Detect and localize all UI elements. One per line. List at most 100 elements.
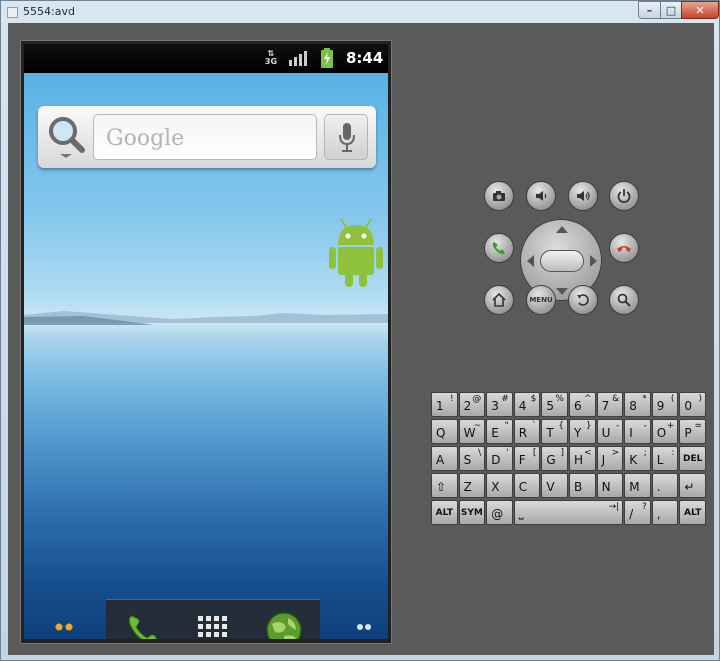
key-r2-3[interactable]: F[: [513, 446, 541, 471]
volume-up-button[interactable]: [568, 181, 598, 211]
left-page-indicator-icon[interactable]: [52, 621, 76, 633]
key-alt-label: `: [531, 421, 537, 431]
key-r2-7[interactable]: K;: [624, 446, 651, 471]
key-r3-5[interactable]: B: [569, 473, 596, 498]
home-button[interactable]: [484, 285, 514, 315]
key-r0-2[interactable]: 3 #: [486, 392, 513, 417]
app-launcher-icon[interactable]: [196, 614, 228, 639]
camera-button[interactable]: [484, 181, 514, 211]
key-r3-3[interactable]: C: [513, 473, 541, 498]
key-alt-label: \: [478, 448, 482, 458]
volume-down-button[interactable]: [526, 181, 556, 211]
key-r1-9[interactable]: P =: [679, 419, 706, 444]
wallpaper-hills: [24, 311, 388, 325]
key-label: I: [629, 426, 633, 440]
key-r3-6[interactable]: N: [596, 473, 624, 498]
phone-app-icon[interactable]: [124, 610, 164, 639]
key-r0-4[interactable]: 5%: [541, 392, 568, 417]
key-r4-6[interactable]: ALT: [679, 500, 706, 525]
home-screen[interactable]: Google: [24, 73, 388, 639]
close-button[interactable]: ✕: [681, 1, 719, 19]
key-r4-1[interactable]: SYM: [458, 500, 486, 525]
key-r1-8[interactable]: O +: [651, 419, 679, 444]
key-r4-5[interactable]: ,: [651, 500, 679, 525]
key-r4-3[interactable]: ⎵ →|: [513, 500, 624, 525]
key-r0-6[interactable]: 7 &: [596, 392, 624, 417]
key-alt-label: ': [506, 448, 509, 458]
dpad-center-button[interactable]: [540, 250, 584, 272]
key-r4-0[interactable]: ALT: [431, 500, 458, 525]
google-search-widget[interactable]: Google: [38, 106, 376, 168]
key-label: S: [463, 453, 472, 467]
end-call-button[interactable]: [609, 233, 639, 263]
search-icon[interactable]: [46, 114, 86, 160]
menu-button[interactable]: MENU: [526, 285, 556, 315]
key-alt-label: {: [558, 421, 564, 431]
status-bar[interactable]: ⇅ 3G 8:44: [24, 44, 388, 73]
minimize-button[interactable]: –: [638, 1, 661, 19]
dpad-up-icon[interactable]: [556, 226, 568, 233]
key-r0-5[interactable]: 6 ^: [569, 392, 596, 417]
key-r3-0[interactable]: ⇧: [431, 473, 458, 498]
dpad-right-icon[interactable]: [590, 255, 597, 267]
window-title: 5554:avd: [23, 5, 75, 18]
key-alt-label: +: [666, 421, 675, 431]
call-button[interactable]: [484, 233, 514, 263]
key-label: X: [491, 480, 500, 494]
key-r0-8[interactable]: 9(: [651, 392, 679, 417]
key-r0-7[interactable]: 8 *: [624, 392, 651, 417]
key-r1-7[interactable]: I-: [624, 419, 651, 444]
key-label: B: [574, 480, 583, 494]
key-r1-3[interactable]: R `: [513, 419, 541, 444]
key-label: DEL: [683, 453, 703, 464]
key-alt-label: [: [532, 448, 537, 458]
key-r2-2[interactable]: D ': [486, 446, 513, 471]
key-r2-6[interactable]: J >: [596, 446, 624, 471]
key-r3-2[interactable]: X: [486, 473, 513, 498]
key-label: P: [684, 426, 692, 440]
browser-globe-icon[interactable]: [264, 610, 304, 639]
key-r3-8[interactable]: .: [651, 473, 679, 498]
key-r1-0[interactable]: Q: [431, 419, 458, 444]
key-r4-4[interactable]: /?: [624, 500, 651, 525]
back-button[interactable]: [568, 285, 598, 315]
key-label: Y: [574, 426, 582, 440]
key-r0-3[interactable]: 4 $: [513, 392, 541, 417]
dpad-left-icon[interactable]: [527, 255, 534, 267]
key-r2-4[interactable]: G]: [541, 446, 568, 471]
key-label: 8: [629, 399, 637, 413]
key-label: ↵: [684, 480, 695, 494]
title-bar[interactable]: 5554:avd – □ ✕: [1, 1, 719, 23]
key-r0-1[interactable]: 2 @: [458, 392, 486, 417]
key-label: SYM: [460, 507, 483, 518]
key-r2-0[interactable]: A: [431, 446, 458, 471]
key-r0-0[interactable]: 1!: [431, 392, 458, 417]
key-r1-1[interactable]: W ~: [458, 419, 486, 444]
key-r4-2[interactable]: @: [486, 500, 513, 525]
dpad-down-icon[interactable]: [556, 288, 568, 295]
right-page-indicator-icon[interactable]: [354, 621, 374, 633]
maximize-button[interactable]: □: [660, 1, 682, 19]
key-r2-8[interactable]: L:: [651, 446, 679, 471]
key-r3-9[interactable]: ↵: [679, 473, 706, 498]
search-button[interactable]: [609, 285, 639, 315]
key-label: Q: [436, 426, 446, 440]
key-r3-7[interactable]: M: [624, 473, 651, 498]
android-robot-icon[interactable]: [326, 217, 386, 289]
key-r1-6[interactable]: U-: [596, 419, 624, 444]
key-r1-4[interactable]: T{: [541, 419, 568, 444]
key-r1-5[interactable]: Y}: [569, 419, 596, 444]
key-r2-5[interactable]: H <: [569, 446, 596, 471]
key-alt-label: #: [501, 394, 509, 404]
key-r2-9[interactable]: DEL: [679, 446, 706, 471]
search-input[interactable]: Google: [93, 114, 317, 160]
key-r0-9[interactable]: 0): [679, 392, 706, 417]
key-r3-1[interactable]: Z: [458, 473, 486, 498]
key-alt-label: $: [530, 394, 537, 404]
voice-search-button[interactable]: [324, 114, 368, 160]
key-r2-1[interactable]: S \: [458, 446, 486, 471]
key-r3-4[interactable]: V: [541, 473, 568, 498]
key-label: 1: [436, 399, 444, 413]
key-r1-2[interactable]: E ": [486, 419, 513, 444]
power-button[interactable]: [609, 181, 639, 211]
